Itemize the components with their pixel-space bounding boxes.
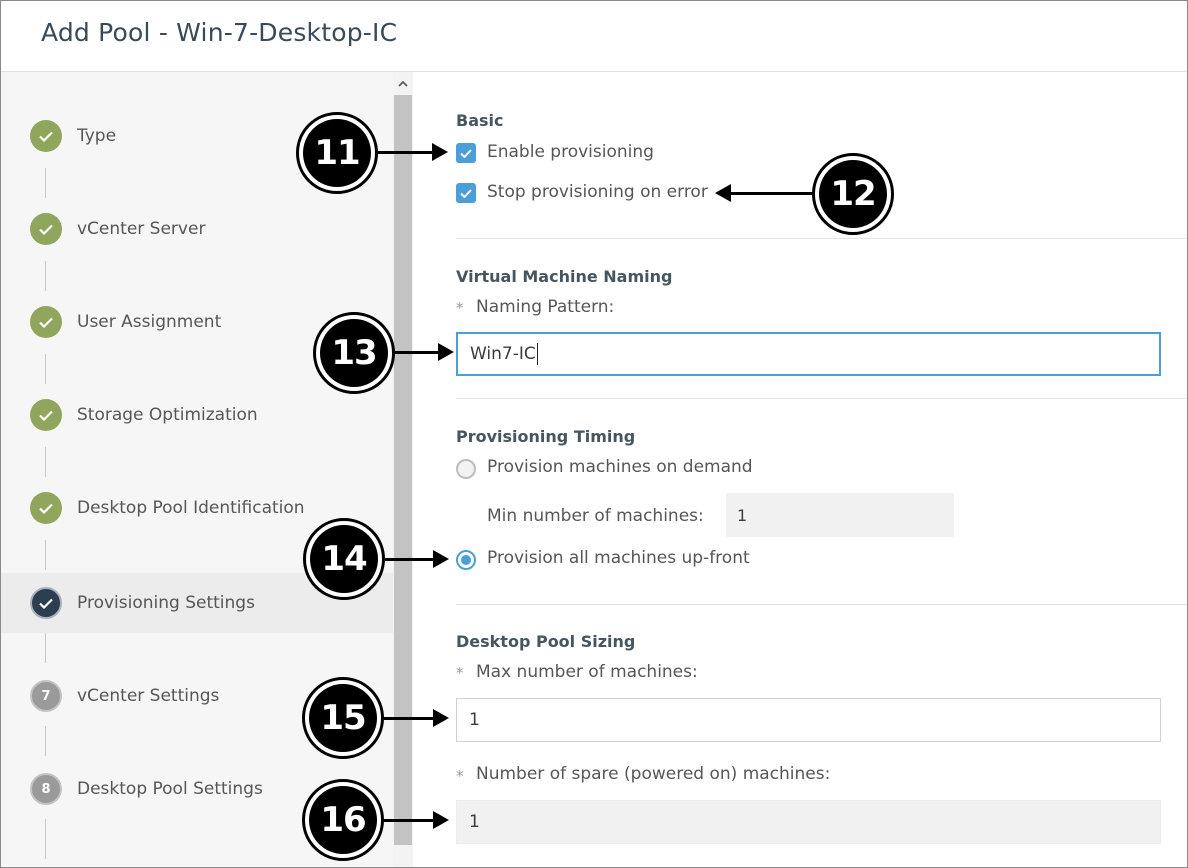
step-label: Provisioning Settings xyxy=(77,593,255,613)
callout-arrow xyxy=(385,550,449,568)
step-connector xyxy=(45,168,46,198)
section-title-basic: Basic xyxy=(456,111,504,130)
callout-number: 11 xyxy=(303,119,371,187)
step-number-icon: 8 xyxy=(30,773,62,805)
scrollbar-thumb[interactable] xyxy=(394,95,412,845)
chevron-up-icon[interactable] xyxy=(393,72,413,94)
spare-machines-label: Number of spare (powered on) machines: xyxy=(476,764,831,784)
dialog-title: Add Pool - Win-7-Desktop-IC xyxy=(41,18,398,47)
sidebar-step-vcenter-server[interactable]: vCenter Server xyxy=(1,199,393,259)
callout-arrow xyxy=(715,184,812,202)
step-number-icon: 7 xyxy=(30,680,62,712)
enable-provisioning-checkbox[interactable] xyxy=(456,143,476,163)
step-complete-icon xyxy=(30,306,62,338)
step-label: Storage Optimization xyxy=(77,405,258,425)
stop-provisioning-on-error-checkbox[interactable] xyxy=(456,183,476,203)
sidebar-step-storage-optimization[interactable]: Storage Optimization xyxy=(1,385,393,445)
section-title-vm-naming: Virtual Machine Naming xyxy=(456,267,673,286)
naming-pattern-label: Naming Pattern: xyxy=(476,297,615,317)
check-icon xyxy=(460,188,472,198)
callout-badge: 15 xyxy=(302,677,384,759)
step-connector xyxy=(45,261,46,291)
step-label: vCenter Server xyxy=(77,219,206,239)
step-label: vCenter Settings xyxy=(77,686,220,706)
section-title-provisioning-timing: Provisioning Timing xyxy=(456,427,636,446)
section-divider xyxy=(456,604,1187,605)
step-connector xyxy=(45,633,46,663)
required-mark: * xyxy=(456,664,464,682)
provision-on-demand-label[interactable]: Provision machines on demand xyxy=(487,457,753,477)
callout-number: 16 xyxy=(309,786,377,854)
check-icon xyxy=(460,148,472,158)
naming-pattern-input[interactable]: Win7-IC xyxy=(456,332,1161,376)
callout-number: 15 xyxy=(309,684,377,752)
text-caret xyxy=(536,343,538,365)
provision-upfront-radio[interactable] xyxy=(456,550,476,570)
required-mark: * xyxy=(456,767,464,785)
step-label: Type xyxy=(77,126,117,146)
callout-arrow xyxy=(384,709,449,727)
stop-provisioning-on-error-label[interactable]: Stop provisioning on error xyxy=(487,182,708,202)
section-title-pool-sizing: Desktop Pool Sizing xyxy=(456,632,636,651)
min-machines-label: Min number of machines: xyxy=(487,506,704,526)
min-machines-value: 1 xyxy=(737,505,748,525)
step-label: User Assignment xyxy=(77,312,222,332)
provision-upfront-label[interactable]: Provision all machines up-front xyxy=(487,548,750,568)
naming-pattern-value: Win7-IC xyxy=(470,344,536,364)
radio-selected-dot xyxy=(461,555,471,565)
callout-badge: 11 xyxy=(296,112,378,194)
step-complete-icon xyxy=(30,399,62,431)
step-connector xyxy=(45,819,46,859)
max-machines-label: Max number of machines: xyxy=(476,662,698,682)
step-complete-icon xyxy=(30,120,62,152)
max-machines-value: 1 xyxy=(469,710,480,730)
step-connector xyxy=(45,354,46,384)
callout-number: 13 xyxy=(320,319,388,387)
callout-arrow xyxy=(395,343,454,361)
step-label: Desktop Pool Identification xyxy=(77,498,305,518)
step-connector xyxy=(45,447,46,477)
step-current-icon xyxy=(30,587,62,619)
step-complete-icon xyxy=(30,213,62,245)
enable-provisioning-label[interactable]: Enable provisioning xyxy=(487,142,654,162)
step-complete-icon xyxy=(30,492,62,524)
step-label: Desktop Pool Settings xyxy=(77,779,263,799)
section-divider xyxy=(456,238,1187,239)
callout-badge: 14 xyxy=(303,518,385,600)
min-machines-input[interactable]: 1 xyxy=(726,493,954,537)
required-mark: * xyxy=(456,299,464,317)
callout-number: 12 xyxy=(819,160,887,228)
spare-machines-value: 1 xyxy=(469,812,480,832)
max-machines-input[interactable]: 1 xyxy=(456,698,1161,742)
callout-badge: 16 xyxy=(302,779,384,861)
spare-machines-input[interactable]: 1 xyxy=(456,800,1161,844)
callout-arrow xyxy=(378,143,448,161)
callout-badge: 13 xyxy=(313,312,395,394)
provision-on-demand-radio[interactable] xyxy=(456,459,476,479)
callout-number: 14 xyxy=(310,525,378,593)
section-divider xyxy=(456,398,1187,399)
callout-arrow xyxy=(384,811,449,829)
step-connector xyxy=(45,540,46,570)
step-connector xyxy=(45,726,46,756)
dialog-window: Add Pool - Win-7-Desktop-IC Type vCenter… xyxy=(0,0,1188,868)
callout-badge: 12 xyxy=(812,153,894,235)
